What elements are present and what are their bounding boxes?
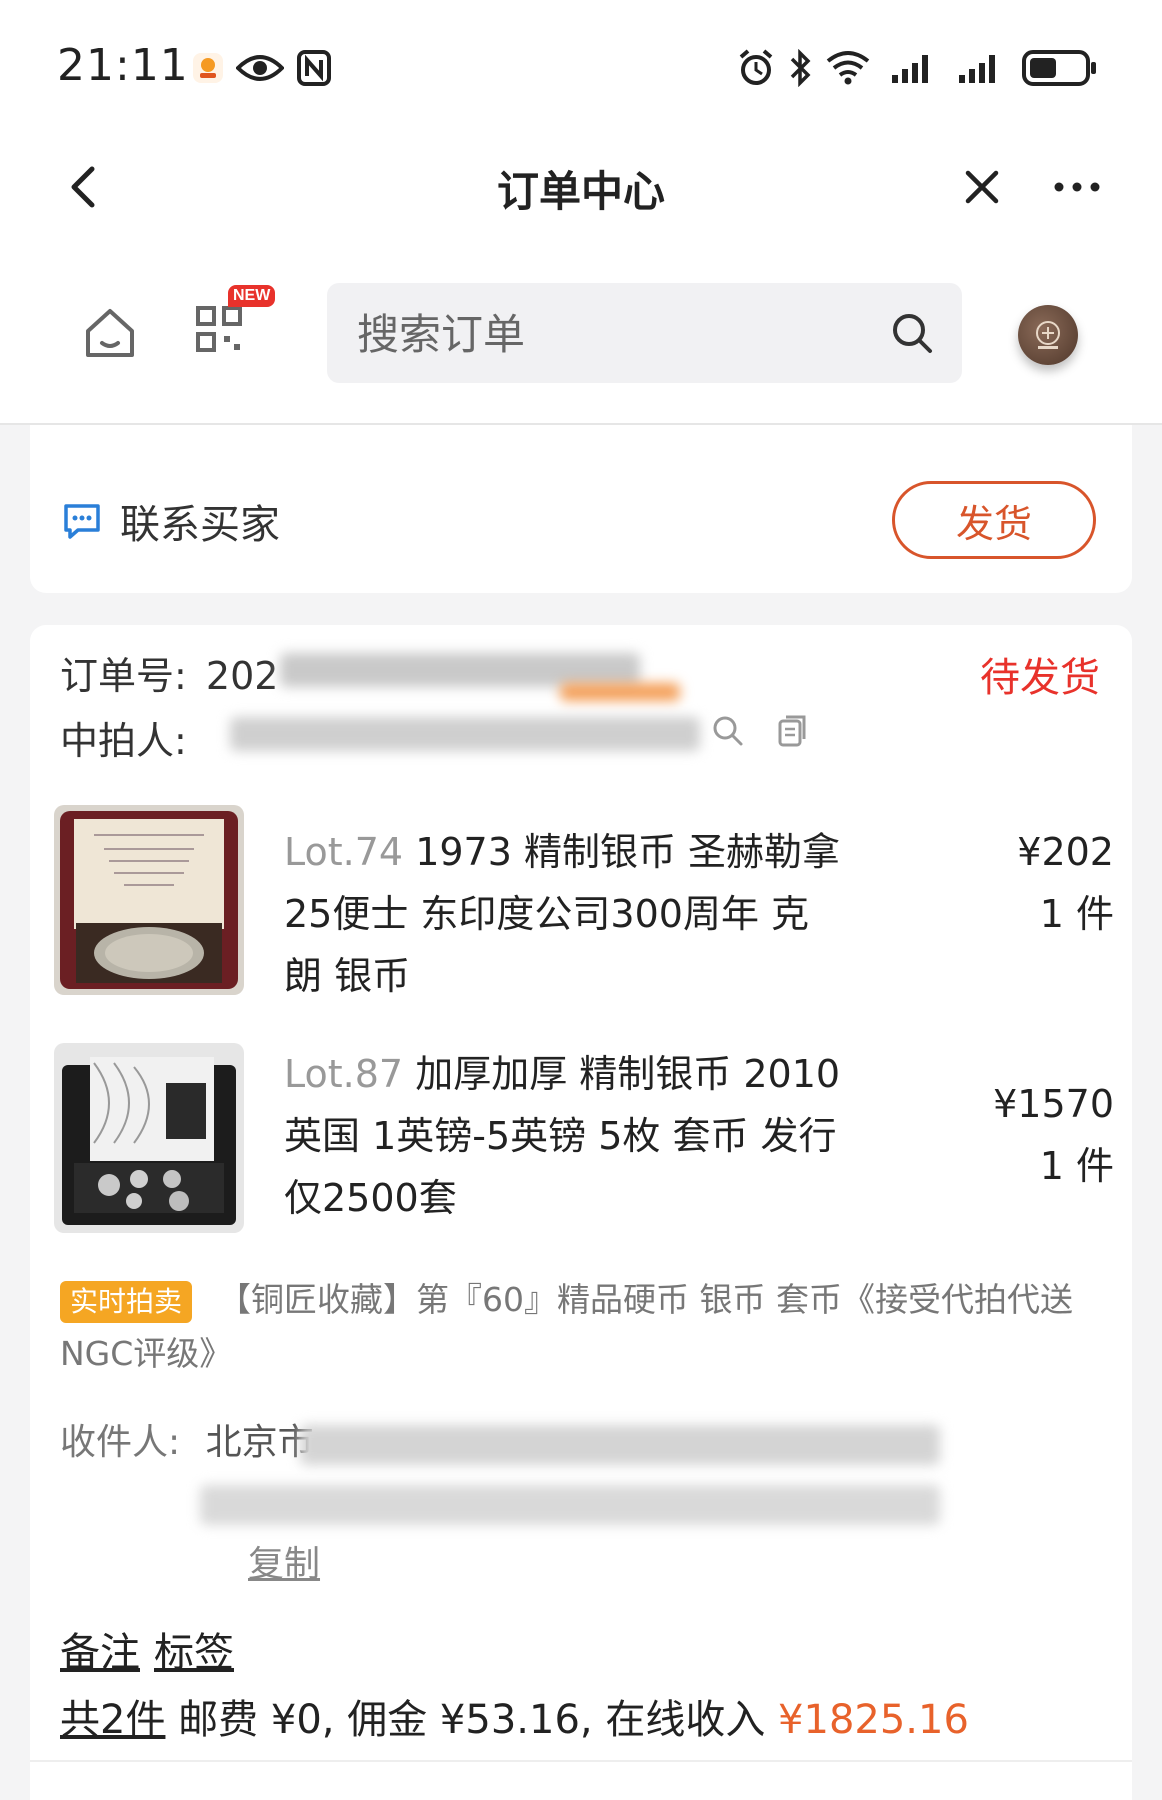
order-card: 订单号: 202 待发货 中拍人: Lot.74 1973 精制银币 圣赫勒拿 …	[30, 625, 1132, 1800]
order-number-label: 订单号:	[60, 654, 187, 698]
order-status-badge: 待发货	[980, 655, 1100, 701]
home-icon	[86, 309, 134, 357]
income-label: 在线收入	[605, 1697, 766, 1743]
item-price-block: ¥202 1 件	[1017, 821, 1114, 945]
item-price: ¥1570	[993, 1082, 1114, 1126]
search-box[interactable]	[327, 283, 962, 385]
auction-info[interactable]: 实时拍卖 【铜匠收藏】第『60』精品硬币 银币 套币《接受代拍代送NGC评级》	[60, 1273, 1100, 1381]
more-button[interactable]	[1042, 152, 1112, 222]
alarm-icon	[735, 48, 777, 88]
receiver-row: 收件人: 北京市	[60, 1413, 314, 1465]
search-input[interactable]	[355, 283, 879, 385]
order-number-value: 202	[205, 654, 279, 698]
order-item[interactable]: Lot.74 1973 精制银币 圣赫勒拿 25便士 东印度公司300周年 克朗…	[54, 805, 1114, 998]
order-item[interactable]: Lot.87 加厚加厚 精制银币 2010 英国 1英镑-5英镑 5枚 套币 发…	[54, 1043, 1114, 1233]
chat-icon	[64, 504, 100, 539]
search-winner-icon[interactable]	[710, 713, 750, 753]
remark-row: 备注 标签	[60, 1620, 248, 1678]
shop-logo-icon	[1036, 321, 1060, 349]
status-bar: 21:11	[0, 0, 1162, 130]
live-auction-tag: 实时拍卖	[60, 1280, 193, 1323]
redacted-address	[300, 1425, 940, 1465]
winner-row: 中拍人:	[60, 710, 187, 765]
order-summary: 共2件 邮费 ¥0, 佣金 ¥53.16, 在线收入 ¥1825.16	[60, 1687, 969, 1745]
new-badge: NEW	[228, 285, 276, 307]
battery-icon	[1020, 48, 1100, 88]
shipping-fee: 邮费 ¥0,	[178, 1697, 335, 1743]
bluetooth-icon	[785, 48, 815, 88]
receiver-label: 收件人:	[60, 1422, 181, 1463]
receiver-city: 北京市	[205, 1422, 314, 1463]
item-qty: 1 件	[1039, 1144, 1114, 1188]
ship-button[interactable]: 发货	[892, 481, 1096, 559]
item-price-block: ¥1570 1 件	[993, 1073, 1114, 1197]
home-button[interactable]	[82, 305, 138, 361]
more-icon	[1054, 182, 1100, 192]
action-card: 联系买家 发货	[30, 425, 1132, 593]
close-button[interactable]	[947, 152, 1017, 222]
redacted-address	[200, 1485, 940, 1525]
contact-buyer-link[interactable]: 联系买家	[62, 492, 280, 550]
nav-header: 订单中心	[0, 130, 1162, 245]
item-count-link[interactable]: 共2件	[60, 1697, 165, 1743]
copy-address-link[interactable]: 复制	[248, 1535, 320, 1587]
search-icon[interactable]	[890, 311, 934, 355]
label-link[interactable]: 标签	[154, 1630, 234, 1676]
grid-button[interactable]	[195, 305, 251, 361]
eye-icon	[234, 48, 286, 88]
winner-label: 中拍人:	[60, 719, 187, 763]
wifi-icon	[823, 48, 873, 88]
avatar[interactable]	[1018, 305, 1078, 365]
income-value: ¥1825.16	[778, 1697, 969, 1743]
redaction-mark	[560, 683, 680, 701]
app-notification-icon	[188, 48, 228, 88]
item-title: Lot.74 1973 精制银币 圣赫勒拿 25便士 东印度公司300周年 克朗…	[284, 821, 844, 1007]
close-icon	[965, 170, 999, 204]
redacted-winner	[230, 717, 700, 751]
item-price: ¥202	[1017, 830, 1114, 874]
auction-name: 【铜匠收藏】第『60』精品硬币 银币 套币《接受代拍代送NGC评级》	[60, 1280, 1073, 1373]
signal-icon	[955, 48, 1005, 88]
grid-icon	[196, 306, 242, 352]
divider	[30, 1760, 1132, 1762]
coin-set-thumbnail	[54, 1043, 244, 1233]
nfc-icon	[294, 48, 334, 88]
commission: 佣金 ¥53.16,	[347, 1697, 593, 1743]
item-qty: 1 件	[1039, 892, 1114, 936]
contact-buyer-label: 联系买家	[120, 502, 280, 548]
order-number-row: 订单号: 202	[60, 645, 278, 700]
status-time: 21:11	[57, 40, 189, 91]
redacted-order-number	[280, 653, 640, 687]
toolbar: NEW	[0, 245, 1162, 425]
coin-thumbnail	[54, 805, 244, 995]
remark-link[interactable]: 备注	[60, 1630, 140, 1676]
signal-icon	[888, 48, 938, 88]
copy-icon[interactable]	[776, 713, 812, 753]
lot-number: Lot.87	[284, 1052, 404, 1096]
item-title: Lot.87 加厚加厚 精制银币 2010 英国 1英镑-5英镑 5枚 套币 发…	[284, 1043, 844, 1229]
lot-number: Lot.74	[284, 830, 404, 874]
